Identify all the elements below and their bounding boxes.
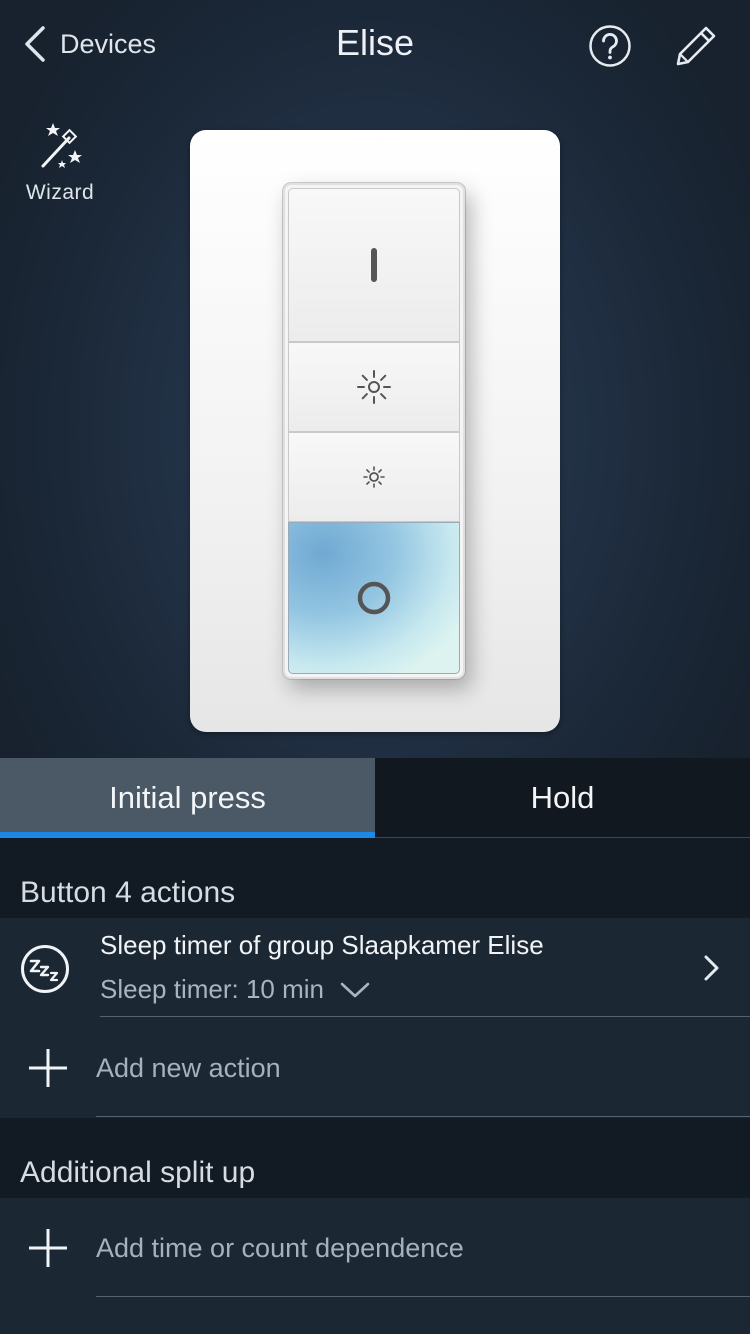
- press-type-tabs: Initial press Hold: [0, 758, 750, 838]
- sun-small-icon: [363, 466, 385, 488]
- action-title: Sleep timer of group Slaapkamer Elise: [100, 930, 544, 960]
- dimmer-remote: [283, 183, 465, 679]
- button-1-on[interactable]: [288, 188, 460, 342]
- power-on-icon: [371, 248, 377, 282]
- wizard-label: Wizard: [25, 181, 95, 204]
- add-new-action-row[interactable]: Add new action: [0, 1018, 750, 1118]
- tab-initial-press-label: Initial press: [109, 780, 266, 815]
- power-off-ring-icon: [357, 581, 391, 615]
- plus-icon: [29, 1229, 67, 1267]
- edit-pencil-icon[interactable]: [670, 20, 720, 70]
- button-actions-title: Button 4 actions: [20, 876, 236, 909]
- row-divider: [100, 1016, 750, 1017]
- tab-initial-press[interactable]: Initial press: [0, 758, 375, 838]
- add-time-count-label: Add time or count dependence: [96, 1233, 464, 1263]
- row-divider: [96, 1116, 750, 1117]
- button-actions-header: Button 4 actions: [0, 838, 750, 918]
- action-subtitle-dropdown[interactable]: Sleep timer: 10 min: [100, 974, 370, 1005]
- plus-icon: [29, 1049, 67, 1087]
- button-4-off-selected[interactable]: [288, 522, 460, 674]
- button-actions-panel: Sleep timer of group Slaapkamer Elise Sl…: [0, 918, 750, 1118]
- tab-hold-label: Hold: [530, 779, 595, 815]
- magic-wand-icon: [41, 123, 82, 168]
- switch-wall-plate: [190, 130, 560, 732]
- add-time-count-row[interactable]: Add time or count dependence: [0, 1198, 750, 1298]
- split-up-header: Additional split up: [0, 1118, 750, 1198]
- chevron-down-icon: [340, 982, 370, 997]
- sleep-zzz-icon: [21, 945, 69, 993]
- split-up-panel: Add time or count dependence: [0, 1198, 750, 1334]
- action-subtitle: Sleep timer: 10 min: [100, 974, 324, 1004]
- action-row-sleep-timer[interactable]: Sleep timer of group Slaapkamer Elise Sl…: [0, 918, 750, 1018]
- wizard-button[interactable]: Wizard: [20, 120, 100, 205]
- tab-hold[interactable]: Hold: [375, 758, 750, 838]
- button-2-brighten[interactable]: [288, 342, 460, 432]
- row-divider: [96, 1296, 750, 1297]
- button-3-dim[interactable]: [288, 432, 460, 522]
- add-new-action-label: Add new action: [96, 1053, 281, 1083]
- chevron-right-icon: [704, 955, 719, 981]
- sun-large-icon: [357, 370, 391, 404]
- split-up-title: Additional split up: [20, 1156, 256, 1189]
- help-icon[interactable]: [588, 24, 632, 68]
- page-title: Elise: [335, 22, 415, 63]
